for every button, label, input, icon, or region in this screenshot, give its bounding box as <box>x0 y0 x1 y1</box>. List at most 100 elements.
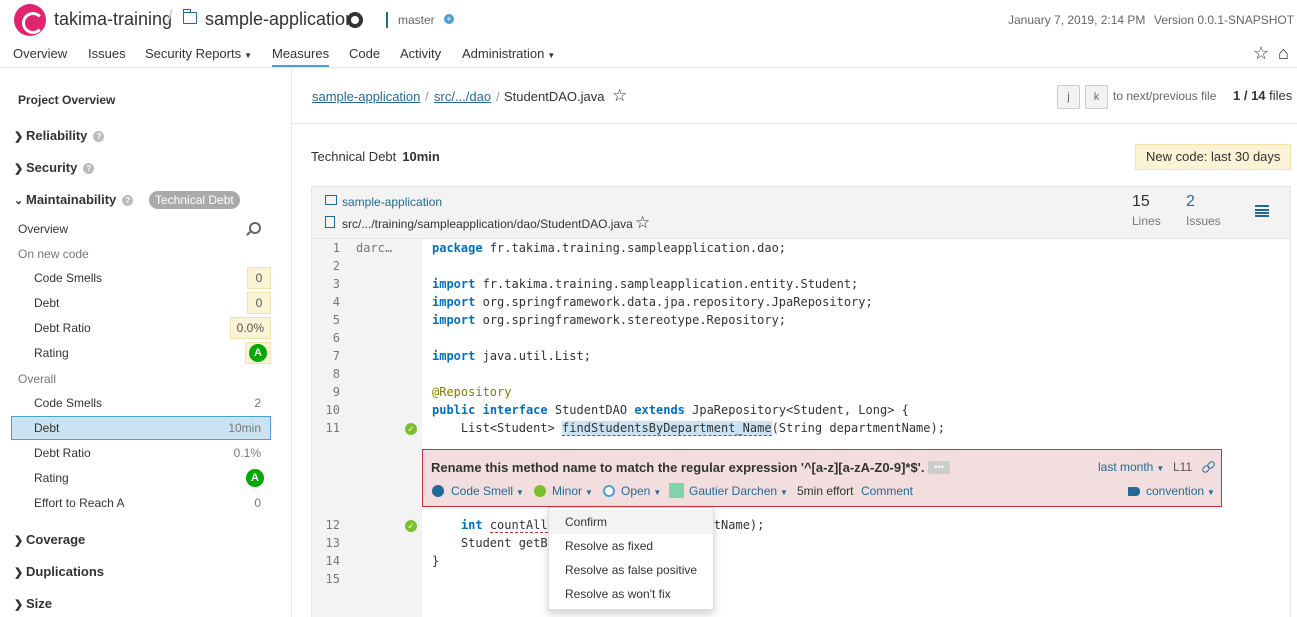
tab-activity[interactable]: Activity <box>400 46 441 61</box>
domain-label: Coverage <box>26 532 86 547</box>
issues-count-link[interactable]: 2 <box>1186 193 1195 211</box>
sidebar-item-code-smells[interactable]: Code Smells 2 <box>11 391 271 415</box>
github-icon[interactable] <box>347 12 363 28</box>
issue-assignee-label: Gautier Darchen <box>689 484 778 498</box>
line-number[interactable]: 2 <box>312 259 340 273</box>
tab-security-reports[interactable]: Security Reports ▼ <box>145 46 252 61</box>
favorite-file-star-icon[interactable]: ☆ <box>635 213 650 233</box>
issue-assignee-dropdown[interactable]: Gautier Darchen ▼ <box>689 484 788 498</box>
sidebar-item-debt-ratio[interactable]: Debt Ratio 0.1% <box>11 441 271 465</box>
domain-label: Size <box>26 596 53 611</box>
help-icon[interactable]: ? <box>93 131 105 142</box>
project-name[interactable]: sample-application <box>205 9 355 30</box>
line-number[interactable]: 10 <box>312 403 340 417</box>
issue-severity-dropdown[interactable]: Minor ▼ <box>552 484 593 498</box>
previous-file-key[interactable]: j <box>1057 85 1080 109</box>
issue-marker-icon[interactable]: ✓ <box>405 520 417 532</box>
sidebar-overview-link[interactable]: Overview <box>18 222 68 236</box>
line-number[interactable]: 4 <box>312 295 340 309</box>
comment-link[interactable]: Comment <box>861 484 913 498</box>
issue-type-dropdown[interactable]: Code Smell ▼ <box>451 484 524 498</box>
domain-label: Reliability <box>26 128 88 143</box>
domain-coverage[interactable]: ❯ Coverage <box>14 532 85 547</box>
highlighted-symbol[interactable]: findStudentsByDepartment_Name <box>562 421 772 436</box>
home-icon[interactable]: ⌂ <box>1278 43 1289 64</box>
main-content: sample-application / src/.../dao / Stude… <box>292 69 1297 617</box>
on-new-code-heading: On new code <box>18 247 89 261</box>
domain-maintainability[interactable]: ⌄ Maintainability? <box>14 192 134 207</box>
viewer-project-link[interactable]: sample-application <box>342 195 442 209</box>
line-number[interactable]: 3 <box>312 277 340 291</box>
tab-issues[interactable]: Issues <box>88 46 126 61</box>
tab-measures[interactable]: Measures <box>272 46 330 67</box>
file-counter-value: 1 / 14 <box>1233 88 1266 103</box>
measure-header: Technical Debt 10min <box>311 149 440 164</box>
line-number[interactable]: 5 <box>312 313 340 327</box>
issue-marker-icon[interactable]: ✓ <box>405 423 417 435</box>
add-branch-icon[interactable]: + <box>444 14 454 24</box>
row-label: Code Smells <box>34 396 103 410</box>
sidebar-item-new-code-smells[interactable]: Code Smells 0 <box>11 266 271 290</box>
scm-author[interactable]: darc… <box>356 241 392 255</box>
domain-size[interactable]: ❯ Size <box>14 596 52 611</box>
line-number[interactable]: 13 <box>312 536 340 550</box>
link-icon[interactable] <box>1202 461 1214 473</box>
next-file-key[interactable]: k <box>1085 85 1108 109</box>
issue-tags-dropdown[interactable]: convention ▼ <box>1146 484 1215 498</box>
sidebar-item-new-debt-ratio[interactable]: Debt Ratio 0.0% <box>11 316 271 340</box>
line-number[interactable]: 7 <box>312 349 340 363</box>
favorite-star-icon[interactable]: ☆ <box>1253 43 1269 64</box>
branch-name[interactable]: master <box>398 13 435 27</box>
tab-code[interactable]: Code <box>349 46 380 61</box>
menu-list-icon[interactable] <box>1255 205 1269 217</box>
menu-item-resolve-fixed[interactable]: Resolve as fixed <box>549 534 713 558</box>
menu-item-resolve-false-positive[interactable]: Resolve as false positive <box>549 558 713 582</box>
more-icon[interactable]: ••• <box>928 461 950 474</box>
sidebar-item-new-debt[interactable]: Debt 0 <box>11 291 271 315</box>
line-number[interactable]: 11 <box>312 421 340 435</box>
sidebar-item-debt[interactable]: Debt 10min <box>11 416 271 440</box>
issue-effort: 5min effort <box>797 484 854 498</box>
chevron-right-icon: ❯ <box>14 599 24 611</box>
line-number[interactable]: 1 <box>312 241 340 255</box>
row-value-box: A <box>245 342 271 364</box>
sidebar-item-new-rating[interactable]: Rating A <box>11 341 271 365</box>
sidebar-item-rating[interactable]: Rating A <box>11 466 271 490</box>
source-viewer-header: sample-application src/.../training/samp… <box>312 187 1290 239</box>
code-line: List<Student> findStudentsByDepartment_N… <box>432 421 945 436</box>
line-number[interactable]: 14 <box>312 554 340 568</box>
line-number[interactable]: 9 <box>312 385 340 399</box>
org-name[interactable]: takima-training <box>54 9 172 30</box>
line-number[interactable]: 8 <box>312 367 340 381</box>
row-label: Debt Ratio <box>34 321 91 335</box>
menu-item-resolve-wont-fix[interactable]: Resolve as won't fix <box>549 582 713 606</box>
tab-administration[interactable]: Administration ▼ <box>462 46 555 61</box>
line-number[interactable]: 12 <box>312 518 340 532</box>
breadcrumb-folder[interactable]: src/.../dao <box>434 89 491 104</box>
code-line: Student getB <box>432 536 548 550</box>
domain-reliability[interactable]: ❯ Reliability? <box>14 128 105 143</box>
favorite-file-star-icon[interactable]: ☆ <box>612 86 627 106</box>
issue-message[interactable]: Rename this method name to match the reg… <box>431 460 924 475</box>
chevron-right-icon: ❯ <box>14 535 24 547</box>
search-icon[interactable] <box>249 222 261 234</box>
breadcrumb-project[interactable]: sample-application <box>312 89 420 104</box>
help-icon[interactable]: ? <box>83 163 95 174</box>
domain-duplications[interactable]: ❯ Duplications <box>14 564 104 579</box>
issue-box[interactable]: Rename this method name to match the reg… <box>422 449 1222 507</box>
issue-status-dropdown[interactable]: Open ▼ <box>621 484 661 498</box>
sidebar-item-effort-to-reach-a[interactable]: Effort to Reach A 0 <box>11 491 271 515</box>
domain-security[interactable]: ❯ Security? <box>14 160 95 175</box>
issue-age-dropdown[interactable]: last month ▼ <box>1098 460 1164 474</box>
code-gutter: 1 darc… 2 3 4 5 6 7 8 9 10 11 ✓ 12 ✓ 13 … <box>312 239 422 617</box>
line-number[interactable]: 15 <box>312 572 340 586</box>
org-logo[interactable] <box>14 4 46 36</box>
tab-overview[interactable]: Overview <box>13 46 67 61</box>
line-number[interactable]: 6 <box>312 331 340 345</box>
help-icon[interactable]: ? <box>122 195 134 206</box>
branch-icon <box>384 12 390 28</box>
menu-item-confirm[interactable]: Confirm <box>549 510 713 534</box>
code-line: } <box>432 554 440 568</box>
measures-sidebar: Project Overview ❯ Reliability? ❯ Security… <box>0 69 292 617</box>
breadcrumb-separator: / <box>425 89 429 104</box>
